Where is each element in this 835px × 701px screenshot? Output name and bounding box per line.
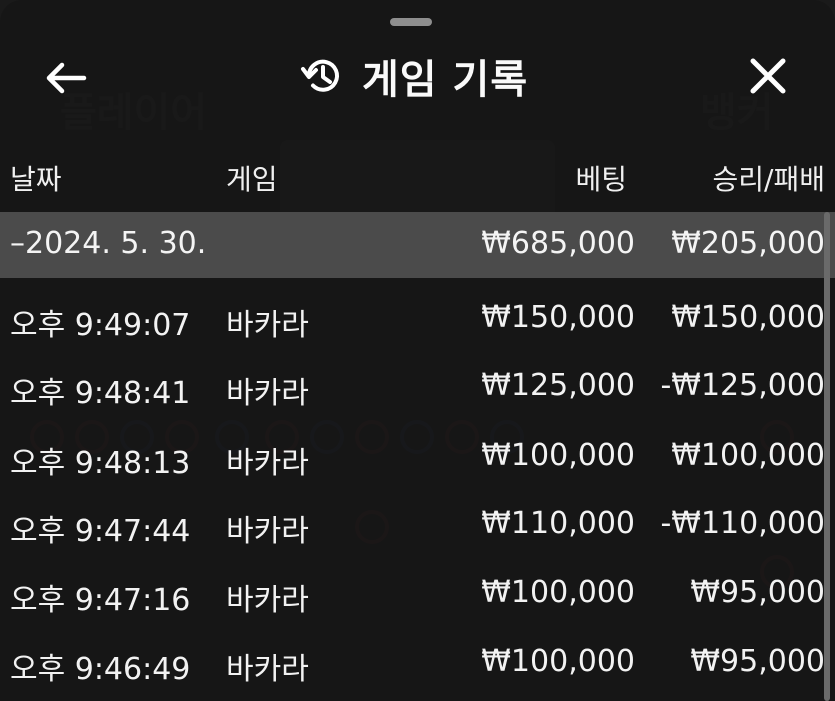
table-row[interactable]: 오후 9:47:16 바카라 ₩100,000 ₩95,000 xyxy=(0,561,835,629)
row-time: 오후 9:49:07 xyxy=(10,308,191,343)
row-game: 바카라 xyxy=(226,583,309,618)
close-button[interactable] xyxy=(740,48,796,104)
table-row[interactable]: 오후 9:48:41 바카라 ₩125,000 -₩125,000 xyxy=(0,354,835,422)
row-time: 오후 9:48:41 xyxy=(10,376,191,411)
row-result: -₩125,000 xyxy=(660,368,825,403)
row-result: ₩100,000 xyxy=(671,438,825,473)
back-button[interactable] xyxy=(40,52,92,104)
date-group-label: –2024. 5. 30. xyxy=(10,226,207,261)
row-bet: ₩100,000 xyxy=(481,438,635,473)
table-row[interactable]: 오후 9:48:13 바카라 ₩100,000 ₩100,000 xyxy=(0,424,835,492)
row-bet: ₩125,000 xyxy=(481,368,635,403)
row-result: -₩110,000 xyxy=(660,506,825,541)
row-result: ₩95,000 xyxy=(690,644,825,679)
row-time: 오후 9:47:16 xyxy=(10,583,191,618)
column-header-game: 게임 xyxy=(226,163,278,196)
row-bet: ₩100,000 xyxy=(481,644,635,679)
drag-handle[interactable] xyxy=(390,18,432,26)
game-history-sheet: 게임 기록 날짜 게임 베팅 승리/패배 –2024. 5. 30. ₩685,… xyxy=(0,0,835,701)
page-title: 게임 기록 xyxy=(362,57,529,103)
history-icon xyxy=(301,59,339,92)
row-game: 바카라 xyxy=(226,652,309,687)
table-row[interactable]: 오후 9:49:07 바카라 ₩150,000 ₩150,000 xyxy=(0,286,835,354)
column-header-result: 승리/패배 xyxy=(712,163,825,196)
close-icon xyxy=(750,58,786,94)
row-bet: ₩150,000 xyxy=(481,300,635,335)
sheet-title: 게임 기록 xyxy=(300,50,529,103)
date-group-bet-total: ₩685,000 xyxy=(481,226,635,261)
date-group-result-total: ₩205,000 xyxy=(671,226,825,261)
row-bet: ₩110,000 xyxy=(481,506,635,541)
arrow-left-icon xyxy=(46,62,87,94)
row-result: ₩95,000 xyxy=(690,575,825,610)
column-header-date: 날짜 xyxy=(10,163,62,196)
row-game: 바카라 xyxy=(226,308,309,343)
row-game: 바카라 xyxy=(226,446,309,481)
column-header-bet: 베팅 xyxy=(575,163,627,196)
row-bet: ₩100,000 xyxy=(481,575,635,610)
row-time: 오후 9:47:44 xyxy=(10,514,191,549)
row-time: 오후 9:48:13 xyxy=(10,446,191,481)
table-header: 날짜 게임 베팅 승리/패배 xyxy=(0,150,835,206)
row-result: ₩150,000 xyxy=(671,300,825,335)
scrollbar[interactable] xyxy=(824,212,830,701)
date-group-row[interactable]: –2024. 5. 30. ₩685,000 ₩205,000 xyxy=(0,212,835,278)
row-game: 바카라 xyxy=(226,376,309,411)
table-row[interactable]: 오후 9:46:49 바카라 ₩100,000 ₩95,000 xyxy=(0,630,835,698)
row-game: 바카라 xyxy=(226,514,309,549)
table-row[interactable]: 오후 9:47:44 바카라 ₩110,000 -₩110,000 xyxy=(0,492,835,560)
row-time: 오후 9:46:49 xyxy=(10,652,191,687)
